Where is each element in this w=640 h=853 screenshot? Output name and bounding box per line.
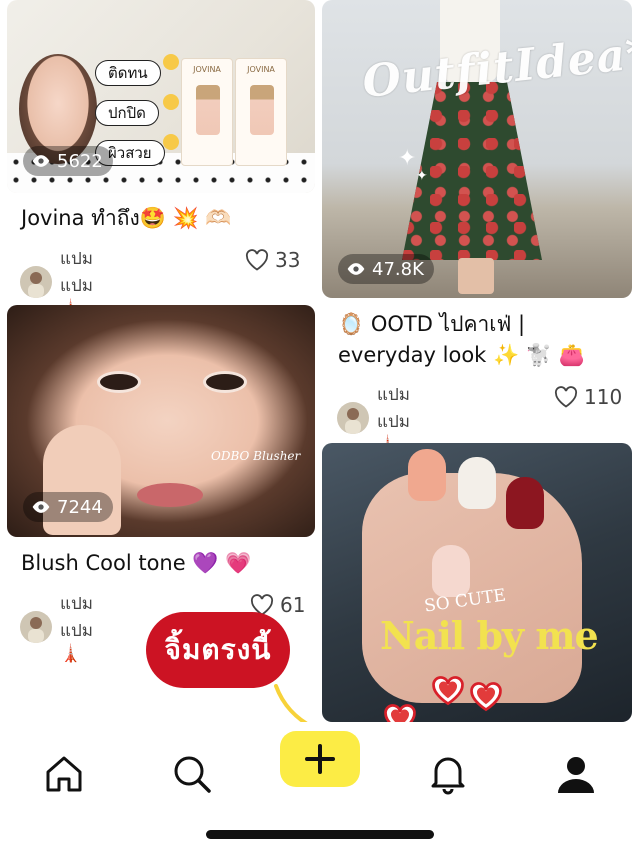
tap-here-callout: จิ้มตรงนี้ (146, 612, 290, 688)
sparkle-icon: ✦ (416, 168, 428, 184)
avatar[interactable] (20, 266, 52, 298)
nav-notifications[interactable] (408, 738, 488, 810)
view-count: 47.8K (372, 258, 424, 280)
post-title[interactable]: Jovina ทำถึง🤩 💥 🫶🏻 (21, 203, 311, 234)
smile-emoji-icon (163, 134, 179, 150)
heart-icon (245, 249, 269, 271)
like-count: 110 (584, 385, 623, 409)
view-count-badge: 47.8K (338, 254, 434, 284)
search-icon (174, 756, 211, 793)
nav-profile[interactable] (536, 738, 616, 810)
author-row[interactable]: แปมแปม🗼 (20, 590, 93, 664)
post-title[interactable]: 🪞 OOTD ไปคาเฟ่ | everyday look ✨ 🐩 👛 (338, 309, 633, 371)
feature-pill: ปกปิด (95, 100, 159, 126)
post-image[interactable]: OutfitIdea* ✦ ✦ 47.8K (322, 0, 632, 298)
feed: ติดทน ปกปิด ผิวสวย JOVINA JOVINA 5622 Jo… (0, 0, 640, 722)
image-overlay-text: Nail by me (380, 613, 599, 658)
image-watermark: ODBO Blusher (211, 449, 301, 463)
heart-sticker-icon (432, 676, 464, 706)
view-count: 5622 (57, 150, 103, 172)
avatar[interactable] (337, 402, 369, 434)
author-name[interactable]: แปมแปม🗼 (60, 590, 93, 664)
bell-icon (431, 757, 465, 795)
post-title[interactable]: Blush Cool tone 💜 💗 (21, 548, 311, 579)
product-box: JOVINA (235, 58, 287, 166)
view-count-badge: 5622 (23, 146, 113, 176)
home-icon (46, 756, 82, 792)
nav-search[interactable] (152, 738, 232, 810)
home-indicator[interactable] (206, 830, 434, 839)
nav-home[interactable] (24, 738, 104, 810)
post-image[interactable]: ติดทน ปกปิด ผิวสวย JOVINA JOVINA 5622 (7, 0, 315, 193)
like-count: 61 (280, 593, 306, 617)
like-count: 33 (275, 248, 301, 272)
post-image[interactable]: ODBO Blusher 7244 (7, 305, 315, 537)
sparkle-icon: ✦ (398, 146, 417, 171)
smile-emoji-icon (163, 54, 179, 70)
like-button[interactable]: 33 (245, 248, 300, 272)
smile-emoji-icon (163, 94, 179, 110)
view-count-badge: 7244 (23, 492, 113, 522)
eye-icon (32, 501, 50, 513)
profile-icon (558, 757, 594, 793)
view-count: 7244 (57, 496, 103, 518)
plus-icon (305, 744, 335, 774)
avatar[interactable] (20, 611, 52, 643)
heart-sticker-icon (470, 682, 502, 712)
product-box: JOVINA (181, 58, 233, 166)
feature-pill: ติดทน (95, 60, 161, 86)
eye-icon (32, 155, 50, 167)
eye-icon (347, 263, 365, 275)
create-post-button[interactable] (280, 731, 360, 787)
heart-icon (554, 386, 578, 408)
like-button[interactable]: 110 (554, 385, 622, 409)
